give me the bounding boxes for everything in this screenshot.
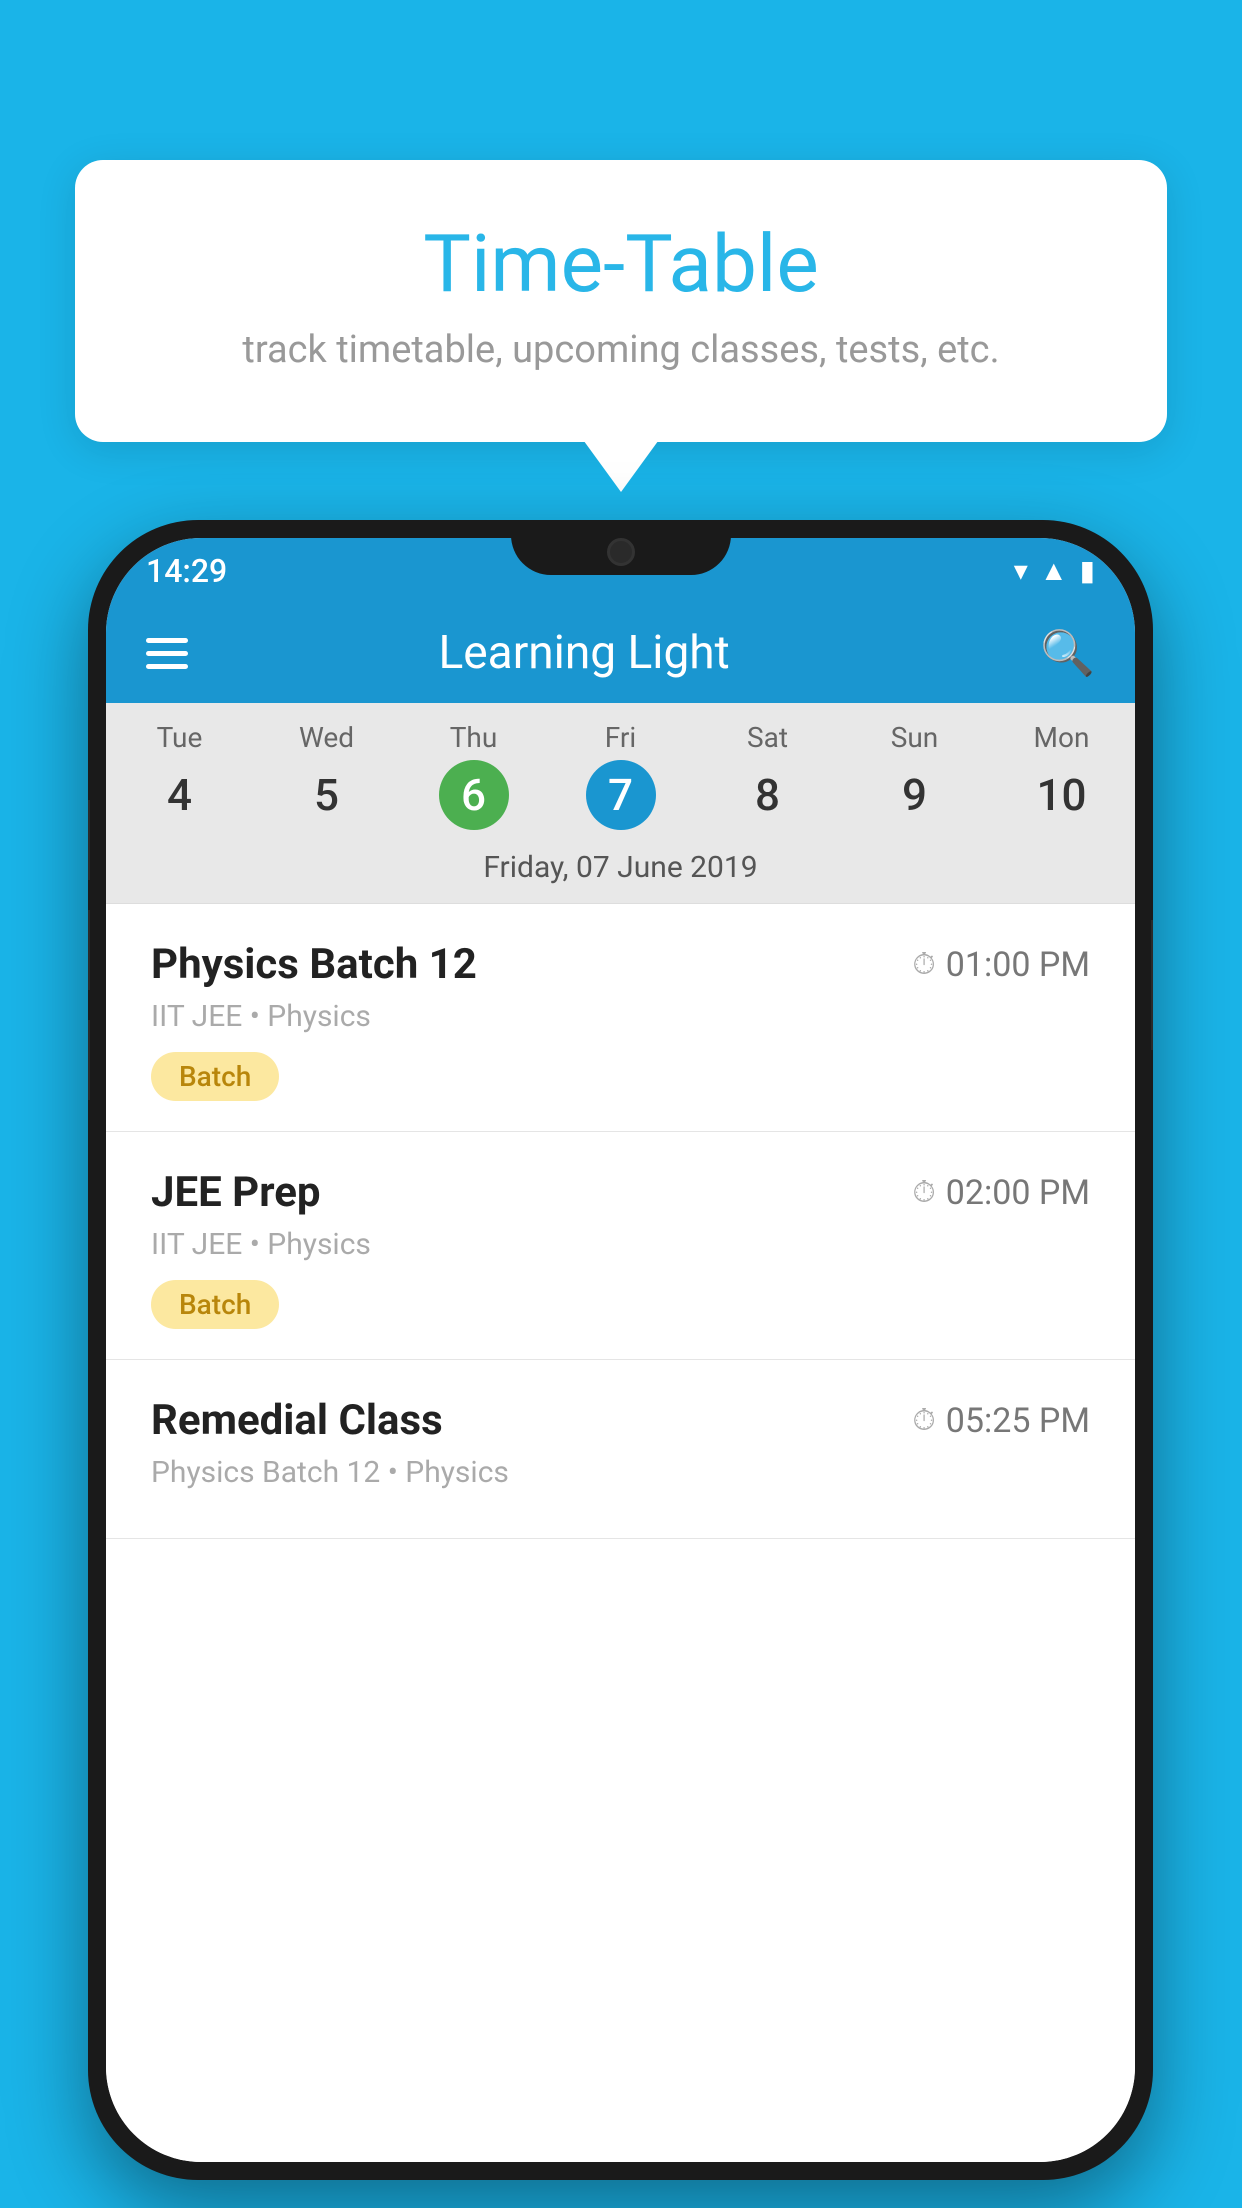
tooltip-card: Time-Table track timetable, upcoming cla… <box>75 160 1167 442</box>
battery-icon: ▮ <box>1080 554 1095 587</box>
day-number: 6 <box>439 760 509 830</box>
app-bar: Learning Light 🔍 <box>106 603 1135 703</box>
item-title: Physics Batch 12 <box>151 940 477 989</box>
day-name: Wed <box>253 721 400 754</box>
calendar-week-row: Tue 4 Wed 5 Thu 6 Fri 7 Sat 8 Sun 9 Mon 10 <box>106 703 1135 840</box>
day-number: 7 <box>586 760 656 830</box>
calendar-day-fri[interactable]: Fri 7 <box>547 703 694 840</box>
calendar-day-sun[interactable]: Sun 9 <box>841 703 988 840</box>
hamburger-menu[interactable] <box>146 638 188 669</box>
phone-screen: 14:29 ▾ ▲ ▮ Learning Light 🔍 Tue 4 Wed 5 Thu… <box>106 538 1135 2162</box>
phone-notch <box>511 520 731 575</box>
day-name: Mon <box>988 721 1135 754</box>
wifi-icon: ▾ <box>1014 554 1028 587</box>
item-time: ⏱ 01:00 PM <box>912 945 1090 985</box>
day-name: Tue <box>106 721 253 754</box>
time-text: 02:00 PM <box>946 1173 1090 1213</box>
day-number: 9 <box>880 760 950 830</box>
schedule-item[interactable]: Remedial Class ⏱ 05:25 PM Physics Batch 12 … <box>106 1360 1135 1539</box>
item-time: ⏱ 05:25 PM <box>912 1401 1090 1441</box>
day-number: 8 <box>733 760 803 830</box>
item-meta: IIT JEE • Physics <box>151 999 1090 1034</box>
day-name: Sun <box>841 721 988 754</box>
calendar-day-thu[interactable]: Thu 6 <box>400 703 547 840</box>
volume-down-button <box>88 910 90 990</box>
item-title: Remedial Class <box>151 1396 443 1445</box>
item-time: ⏱ 02:00 PM <box>912 1173 1090 1213</box>
day-name: Thu <box>400 721 547 754</box>
clock-icon: ⏱ <box>912 947 935 982</box>
schedule-list: Physics Batch 12 ⏱ 01:00 PM IIT JEE • Physi… <box>106 904 1135 2162</box>
time-text: 05:25 PM <box>946 1401 1090 1441</box>
item-meta: Physics Batch 12 • Physics <box>151 1455 1090 1490</box>
day-number: 4 <box>145 760 215 830</box>
tooltip-title: Time-Table <box>155 220 1087 308</box>
silent-button <box>88 1020 90 1100</box>
status-time: 14:29 <box>146 552 227 590</box>
tooltip-subtitle: track timetable, upcoming classes, tests… <box>155 328 1087 372</box>
day-name: Sat <box>694 721 841 754</box>
item-title: JEE Prep <box>151 1168 321 1217</box>
day-number: 10 <box>1027 760 1097 830</box>
clock-icon: ⏱ <box>912 1403 935 1438</box>
power-button <box>1151 920 1153 1050</box>
calendar-day-sat[interactable]: Sat 8 <box>694 703 841 840</box>
batch-badge: Batch <box>151 1280 279 1329</box>
time-text: 01:00 PM <box>946 945 1090 985</box>
batch-badge: Batch <box>151 1052 279 1101</box>
calendar-day-wed[interactable]: Wed 5 <box>253 703 400 840</box>
phone-frame: 14:29 ▾ ▲ ▮ Learning Light 🔍 Tue 4 Wed 5 Thu… <box>88 520 1153 2180</box>
volume-up-button <box>88 800 90 880</box>
day-number: 5 <box>292 760 362 830</box>
item-meta: IIT JEE • Physics <box>151 1227 1090 1262</box>
front-camera <box>607 538 635 566</box>
schedule-item[interactable]: JEE Prep ⏱ 02:00 PM IIT JEE • Physics Batch <box>106 1132 1135 1360</box>
schedule-item[interactable]: Physics Batch 12 ⏱ 01:00 PM IIT JEE • Physi… <box>106 904 1135 1132</box>
app-title: Learning Light <box>218 626 950 680</box>
calendar-day-tue[interactable]: Tue 4 <box>106 703 253 840</box>
status-icons: ▾ ▲ ▮ <box>1014 554 1095 587</box>
clock-icon: ⏱ <box>912 1175 935 1210</box>
calendar-day-mon[interactable]: Mon 10 <box>988 703 1135 840</box>
day-name: Fri <box>547 721 694 754</box>
selected-date-label: Friday, 07 June 2019 <box>106 840 1135 904</box>
signal-icon: ▲ <box>1040 554 1068 587</box>
search-button[interactable]: 🔍 <box>1040 627 1095 679</box>
